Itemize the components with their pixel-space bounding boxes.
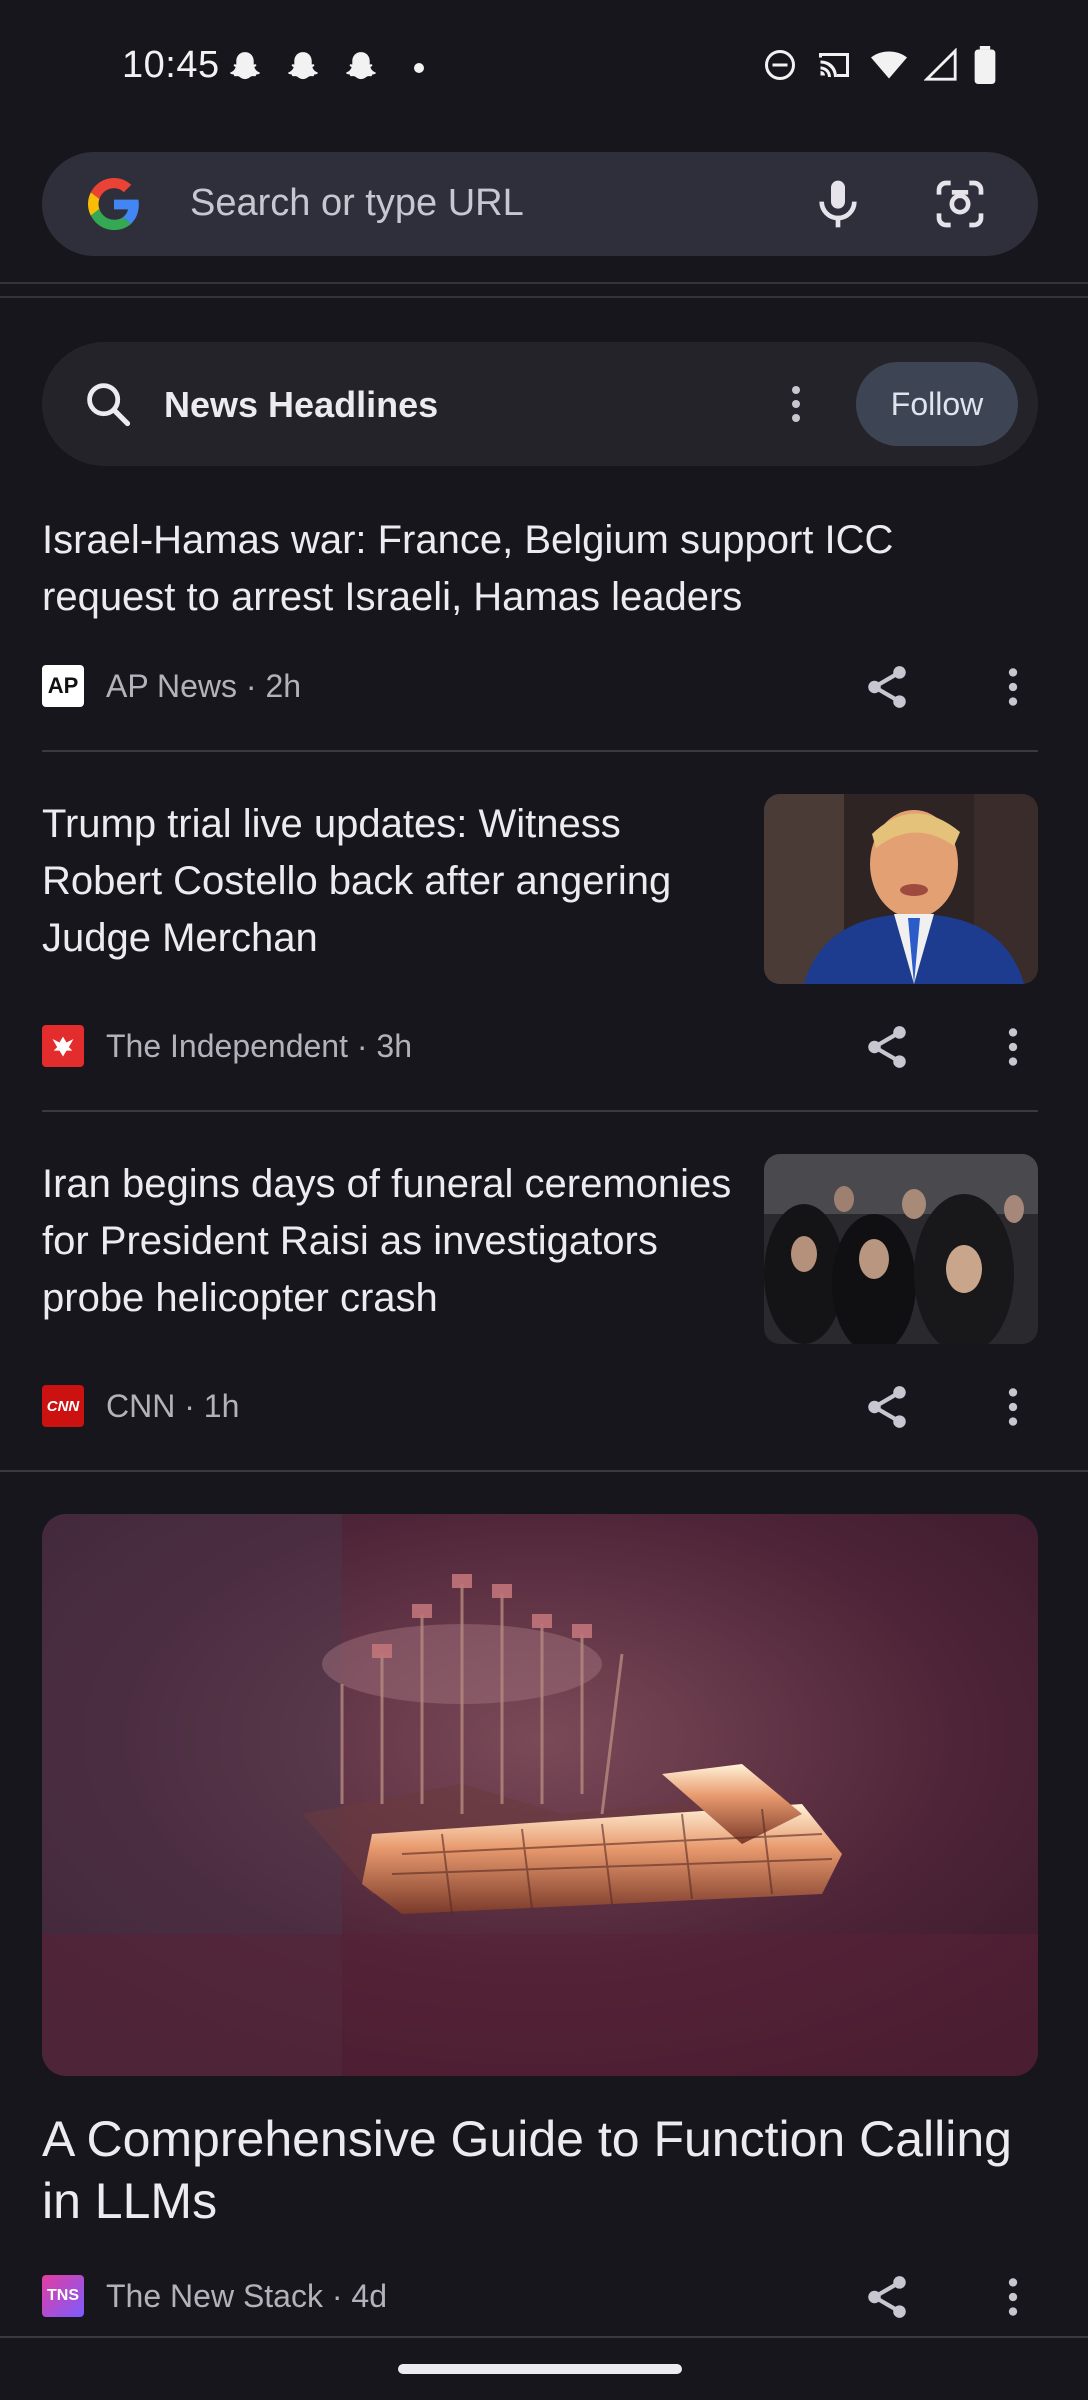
wifi-icon bbox=[871, 51, 907, 79]
ap-news-logo: AP bbox=[42, 665, 84, 707]
source-name: AP News · 2h bbox=[106, 667, 302, 704]
status-bar: 10:45 bbox=[0, 0, 1088, 136]
person-photo bbox=[764, 794, 1038, 984]
article-source: TNS The New Stack · 4d bbox=[42, 2274, 387, 2318]
google-lens-icon[interactable] bbox=[932, 176, 988, 232]
circuit-illustration bbox=[42, 1514, 1038, 2076]
topic-title[interactable]: News Headlines bbox=[164, 384, 438, 426]
signal-icon bbox=[924, 48, 957, 81]
article-source: The Independent · 3h bbox=[42, 1024, 412, 1068]
article-title[interactable]: A Comprehensive Guide to Function Callin… bbox=[42, 2108, 1042, 2232]
divider bbox=[0, 1470, 1088, 1472]
article-thumbnail[interactable] bbox=[764, 1154, 1038, 1344]
more-notifications-dot bbox=[414, 63, 424, 73]
divider bbox=[0, 296, 1088, 298]
cnn-logo: CNN bbox=[42, 1385, 84, 1427]
search-bar[interactable]: Search or type URL bbox=[42, 152, 1038, 256]
eagle-icon bbox=[52, 1036, 74, 1057]
article-title[interactable]: Trump trial live updates: Witness Robert… bbox=[42, 796, 732, 967]
the-new-stack-logo: TNS bbox=[42, 2275, 84, 2317]
share-icon[interactable] bbox=[862, 2272, 912, 2322]
more-options-icon[interactable] bbox=[988, 2272, 1038, 2322]
share-icon[interactable] bbox=[862, 1022, 912, 1072]
divider bbox=[42, 750, 1038, 752]
the-independent-logo bbox=[42, 1025, 84, 1067]
more-options-icon[interactable] bbox=[988, 662, 1038, 712]
article-source: AP AP News · 2h bbox=[42, 664, 301, 708]
more-options-icon[interactable] bbox=[988, 1382, 1038, 1432]
source-name: The New Stack · 4d bbox=[106, 2277, 387, 2314]
topic-header[interactable]: News Headlines Follow bbox=[42, 342, 1038, 466]
notification-icons bbox=[226, 48, 424, 88]
snapchat-icon bbox=[287, 52, 319, 80]
more-options-icon[interactable] bbox=[772, 380, 820, 428]
home-indicator[interactable] bbox=[398, 2364, 682, 2374]
google-logo-icon bbox=[88, 178, 139, 230]
microphone-icon[interactable] bbox=[810, 176, 866, 232]
snapchat-icon bbox=[229, 52, 261, 80]
more-options-icon[interactable] bbox=[988, 1022, 1038, 1072]
cast-icon bbox=[819, 53, 849, 77]
do-not-disturb-icon bbox=[765, 50, 795, 80]
crowd-photo bbox=[764, 1154, 1038, 1344]
source-name: CNN · 1h bbox=[106, 1387, 240, 1424]
article-hero-image[interactable] bbox=[42, 1514, 1038, 2076]
article-thumbnail[interactable] bbox=[764, 794, 1038, 984]
status-time: 10:45 bbox=[122, 44, 220, 86]
snapchat-icon bbox=[345, 52, 377, 80]
follow-button[interactable]: Follow bbox=[856, 362, 1018, 446]
divider bbox=[42, 1110, 1038, 1112]
search-input[interactable]: Search or type URL bbox=[190, 182, 524, 225]
article-source: CNN CNN · 1h bbox=[42, 1384, 239, 1428]
divider bbox=[0, 2336, 1088, 2338]
article-title[interactable]: Israel-Hamas war: France, Belgium suppor… bbox=[42, 512, 1032, 626]
system-icons bbox=[762, 46, 996, 84]
battery-icon bbox=[974, 46, 996, 84]
source-name: The Independent · 3h bbox=[106, 1027, 413, 1064]
search-icon bbox=[87, 383, 131, 427]
divider bbox=[0, 282, 1088, 284]
share-icon[interactable] bbox=[862, 662, 912, 712]
share-icon[interactable] bbox=[862, 1382, 912, 1432]
article-title[interactable]: Iran begins days of funeral ceremonies f… bbox=[42, 1156, 742, 1327]
